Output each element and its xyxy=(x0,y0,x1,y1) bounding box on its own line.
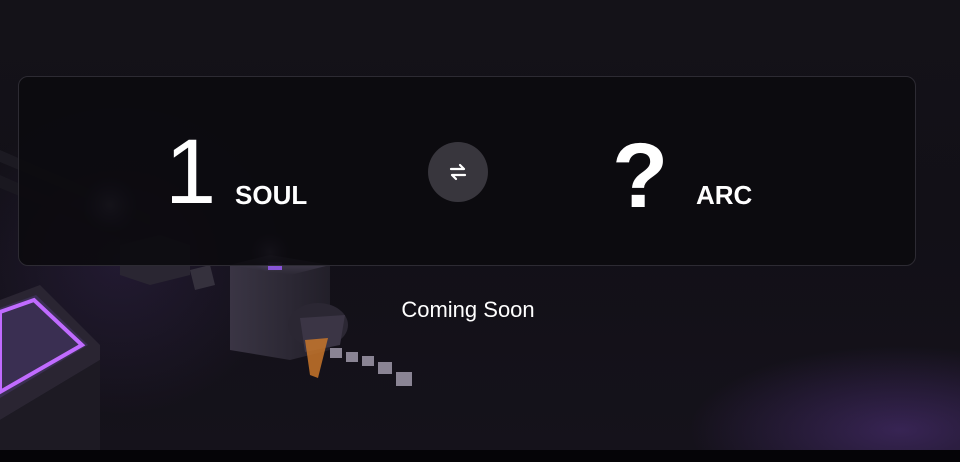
to-token-label: ARC xyxy=(696,180,753,210)
from-token-label: SOUL xyxy=(235,180,308,210)
page-background: 1 SOUL ? ARC Coming Soon xyxy=(0,0,960,450)
coming-soon-text: Coming Soon xyxy=(401,297,535,322)
swap-direction-button[interactable] xyxy=(428,142,488,202)
swap-arrows-icon xyxy=(449,163,467,181)
to-amount: ? xyxy=(612,125,669,227)
bottom-bar xyxy=(0,450,960,462)
from-amount: 1 xyxy=(165,121,217,223)
